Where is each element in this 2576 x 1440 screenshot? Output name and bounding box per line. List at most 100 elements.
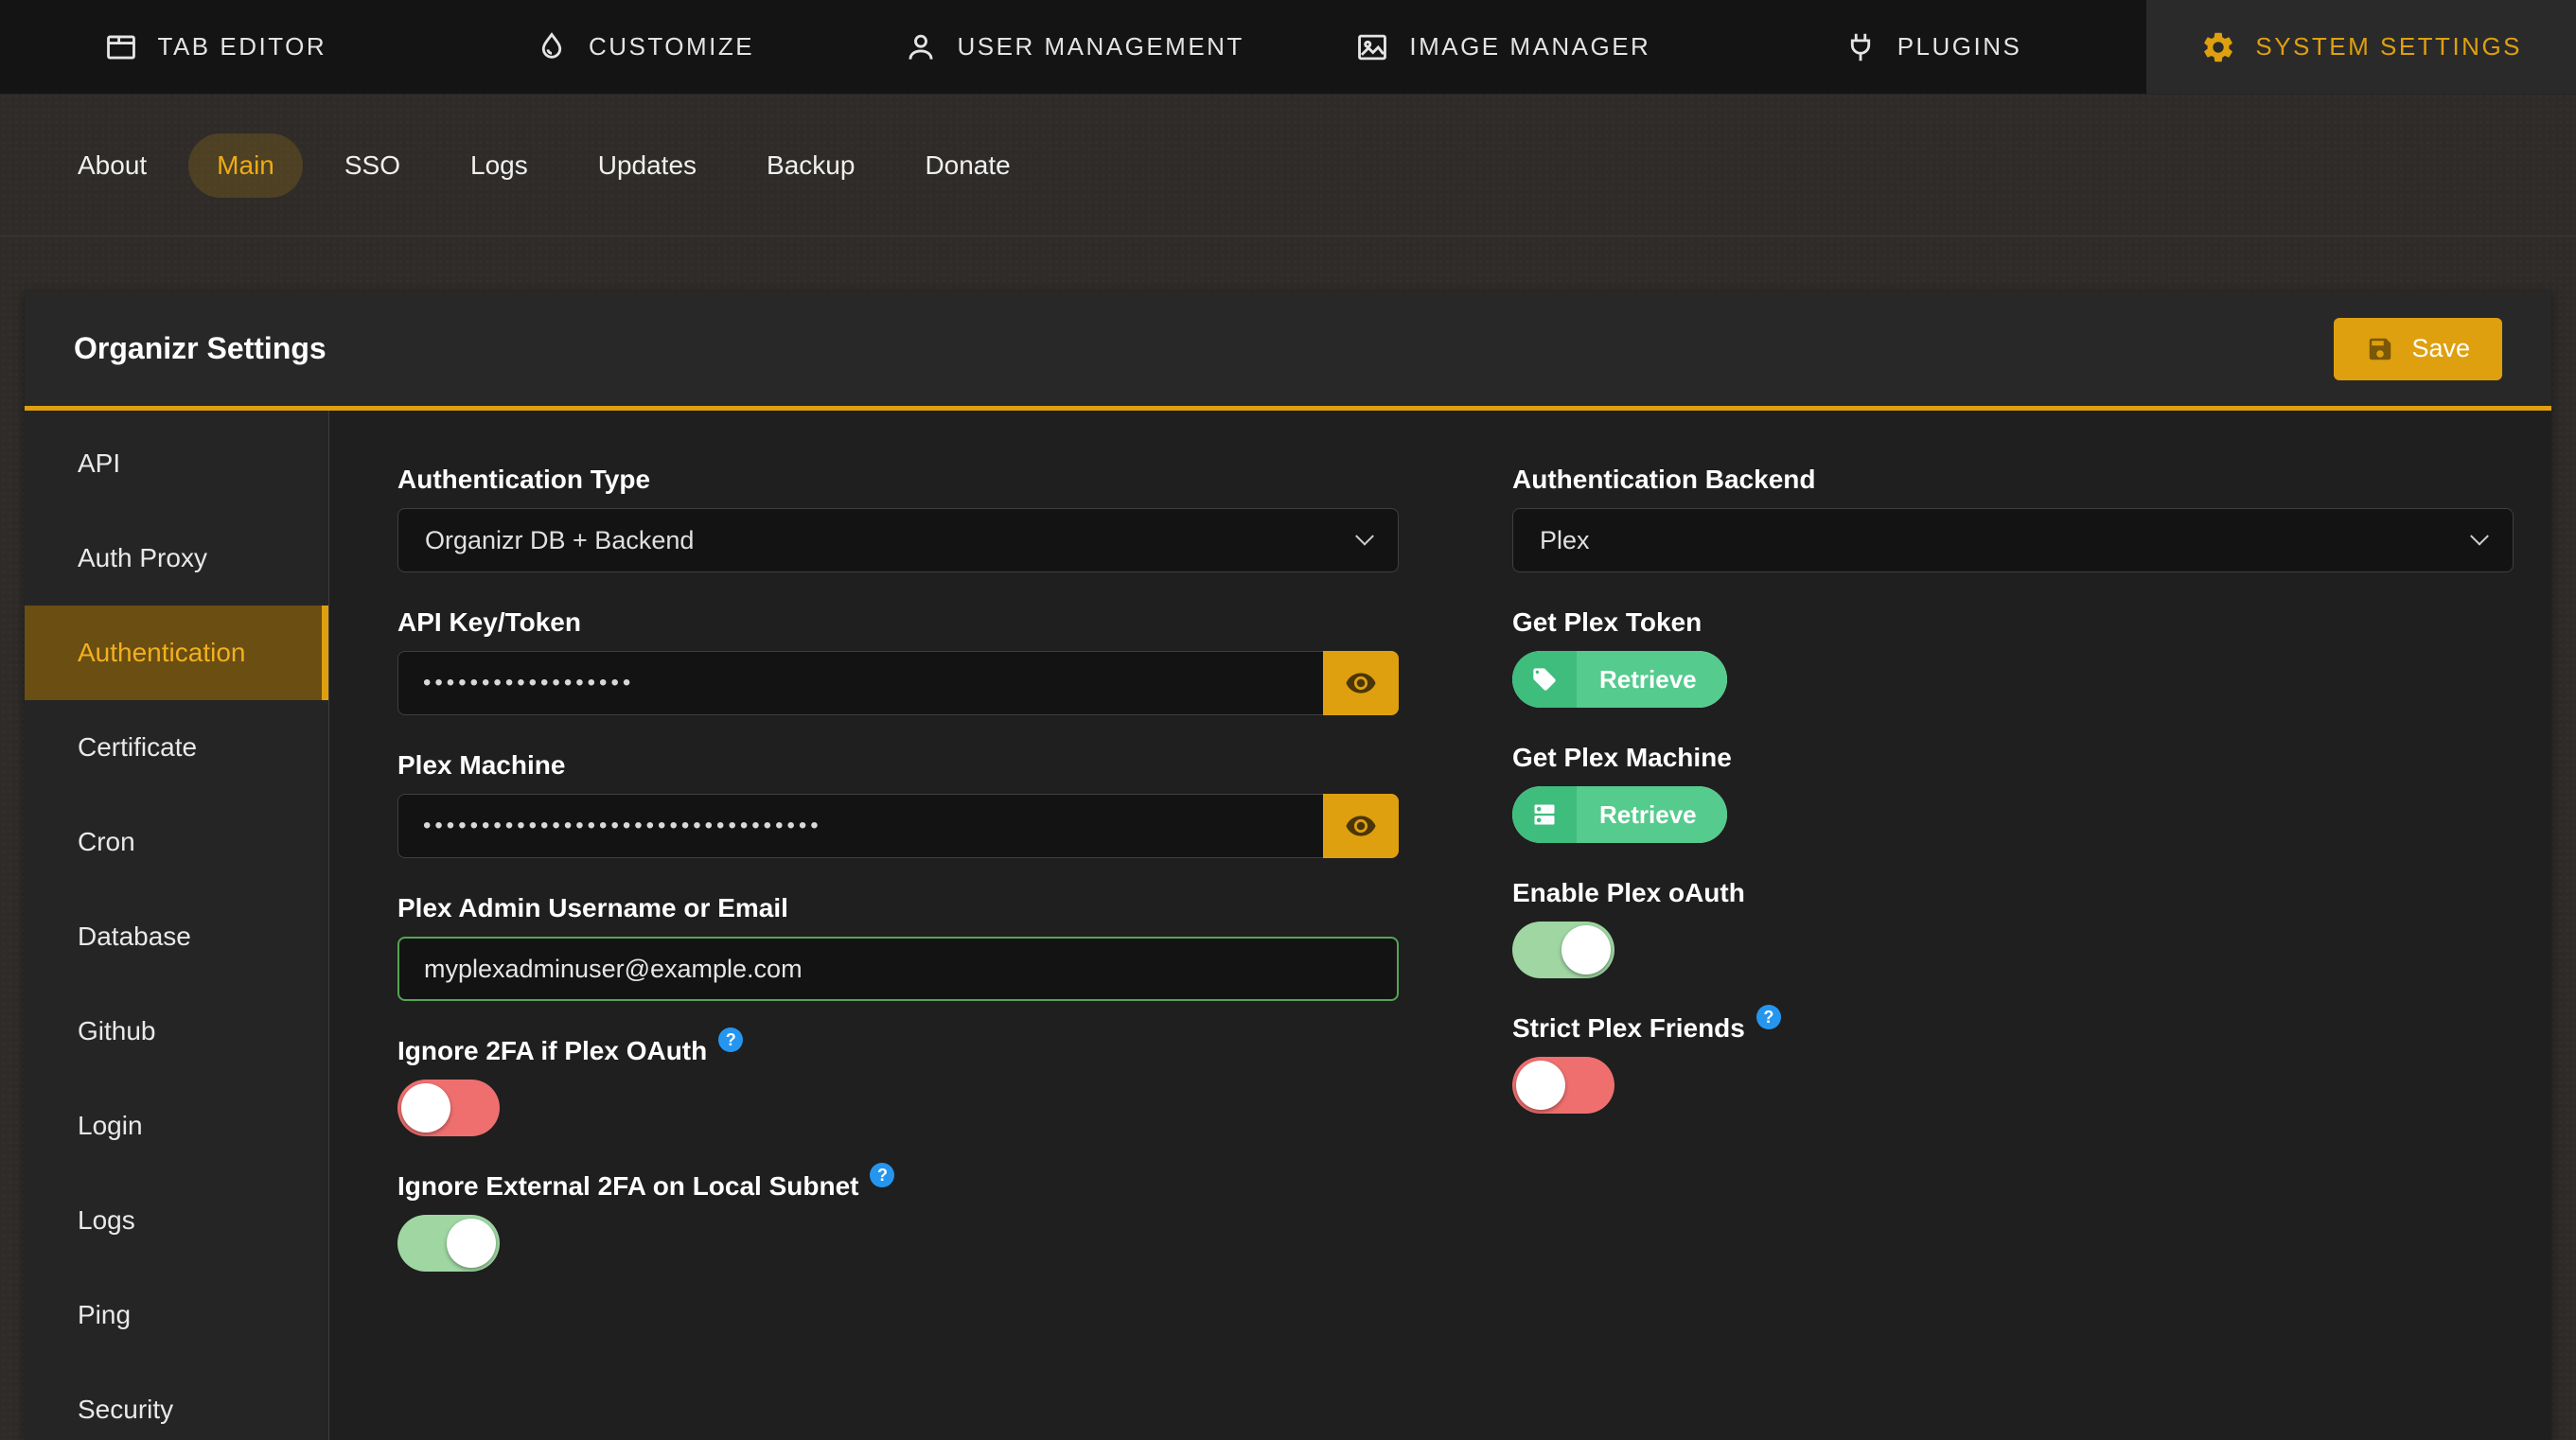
sidebar-item-authentication[interactable]: Authentication [25, 606, 328, 700]
api-key-label: API Key/Token [397, 606, 1399, 638]
label-text: Plex Admin Username or Email [397, 892, 788, 923]
save-button[interactable]: Save [2334, 318, 2502, 380]
plex-machine-label: Plex Machine [397, 749, 1399, 781]
field-authentication-type: Authentication Type Organizr DB + Backen… [397, 464, 1399, 572]
plug-icon [1843, 29, 1879, 65]
save-icon [2366, 335, 2394, 363]
sidebar-item-api[interactable]: API [25, 416, 328, 511]
tag-icon [1512, 651, 1577, 708]
label-text: API Key/Token [397, 606, 581, 638]
api-key-reveal-button[interactable] [1323, 651, 1399, 715]
save-label: Save [2411, 334, 2470, 363]
authentication-type-select[interactable]: Organizr DB + Backend [397, 508, 1399, 572]
masked-value: •••••••••••••••••••••••••••••••••• [423, 813, 822, 839]
help-icon[interactable]: ? [718, 1027, 743, 1052]
field-plex-machine: Plex Machine •••••••••••••••••••••••••••… [397, 749, 1399, 858]
page: TAB EDITOR CUSTOMIZE USER MANAGEMENT IMA… [0, 0, 2576, 1440]
retrieve-plex-token-button[interactable]: Retrieve [1512, 651, 1727, 708]
masked-value: •••••••••••••••••• [423, 670, 634, 696]
panel-header: Organizr Settings Save [25, 291, 2551, 411]
subnav-donate[interactable]: Donate [896, 133, 1038, 198]
nav-system-settings[interactable]: SYSTEM SETTINGS [2146, 0, 2576, 94]
sidebar-item-logs[interactable]: Logs [25, 1173, 328, 1268]
settings-panel: Organizr Settings Save API Auth Proxy Au… [25, 291, 2551, 1440]
retrieve-plex-machine-button[interactable]: Retrieve [1512, 786, 1727, 843]
field-get-plex-machine: Get Plex Machine Retrieve [1512, 742, 2514, 843]
sidebar-item-login[interactable]: Login [25, 1079, 328, 1173]
form-content: Authentication Type Organizr DB + Backen… [329, 411, 2551, 1440]
nav-label: TAB EDITOR [158, 32, 327, 61]
plex-machine-reveal-button[interactable] [1323, 794, 1399, 858]
nav-user-management[interactable]: USER MANAGEMENT [858, 0, 1288, 94]
enable-oauth-toggle[interactable] [1512, 922, 1614, 978]
sidebar-item-database[interactable]: Database [25, 889, 328, 984]
toggle-knob [1561, 925, 1611, 975]
nav-image-manager[interactable]: IMAGE MANAGER [1288, 0, 1718, 94]
sidebar-item-certificate[interactable]: Certificate [25, 700, 328, 795]
nav-plugins[interactable]: PLUGINS [1718, 0, 2147, 94]
ignore-ext-2fa-label: Ignore External 2FA on Local Subnet ? [397, 1170, 1399, 1202]
label-text: Ignore 2FA if Plex OAuth [397, 1035, 707, 1066]
nav-tab-editor[interactable]: TAB EDITOR [0, 0, 430, 94]
sidebar-item-ping[interactable]: Ping [25, 1268, 328, 1362]
ignore-2fa-toggle[interactable] [397, 1080, 500, 1136]
api-key-input-group: •••••••••••••••••• [397, 651, 1399, 715]
field-strict-friends: Strict Plex Friends ? [1512, 1012, 2514, 1114]
strict-friends-toggle[interactable] [1512, 1057, 1614, 1114]
nav-customize[interactable]: CUSTOMIZE [430, 0, 859, 94]
settings-sidebar: API Auth Proxy Authentication Certificat… [25, 411, 329, 1440]
plex-admin-label: Plex Admin Username or Email [397, 892, 1399, 923]
subnav-updates[interactable]: Updates [570, 133, 725, 198]
plex-machine-input[interactable]: •••••••••••••••••••••••••••••••••• [397, 794, 1323, 858]
user-icon [903, 29, 939, 65]
ignore-ext-2fa-toggle[interactable] [397, 1215, 500, 1272]
sidebar-item-github[interactable]: Github [25, 984, 328, 1079]
label-text: Enable Plex oAuth [1512, 877, 1745, 908]
subnav-sso[interactable]: SSO [316, 133, 429, 198]
label-text: Authentication Type [397, 464, 650, 495]
ignore-2fa-label: Ignore 2FA if Plex OAuth ? [397, 1035, 1399, 1066]
eye-icon [1345, 810, 1377, 842]
subnav: About Main SSO Logs Updates Backup Donat… [0, 95, 2576, 237]
sidebar-item-auth-proxy[interactable]: Auth Proxy [25, 511, 328, 606]
field-plex-admin: Plex Admin Username or Email [397, 892, 1399, 1001]
chevron-down-icon [2470, 527, 2489, 546]
label-text: Get Plex Machine [1512, 742, 1732, 773]
panel-body: API Auth Proxy Authentication Certificat… [25, 411, 2551, 1440]
get-plex-token-label: Get Plex Token [1512, 606, 2514, 638]
server-icon [1512, 786, 1577, 843]
field-enable-oauth: Enable Plex oAuth [1512, 877, 2514, 978]
top-nav: TAB EDITOR CUSTOMIZE USER MANAGEMENT IMA… [0, 0, 2576, 95]
sidebar-item-security[interactable]: Security [25, 1362, 328, 1440]
customize-icon [534, 29, 570, 65]
left-column: Authentication Type Organizr DB + Backen… [397, 464, 1399, 1440]
nav-label: IMAGE MANAGER [1409, 32, 1650, 61]
field-get-plex-token: Get Plex Token Retrieve [1512, 606, 2514, 708]
help-icon[interactable]: ? [1756, 1005, 1781, 1029]
field-ignore-ext-2fa: Ignore External 2FA on Local Subnet ? [397, 1170, 1399, 1272]
nav-label: CUSTOMIZE [589, 32, 754, 61]
field-authentication-backend: Authentication Backend Plex [1512, 464, 2514, 572]
select-value: Plex [1540, 526, 1590, 555]
plex-admin-input[interactable] [397, 937, 1399, 1001]
nav-label: PLUGINS [1897, 32, 2022, 61]
field-api-key: API Key/Token •••••••••••••••••• [397, 606, 1399, 715]
gear-icon [2200, 29, 2236, 65]
label-text: Plex Machine [397, 749, 565, 781]
authentication-type-label: Authentication Type [397, 464, 1399, 495]
authentication-backend-select[interactable]: Plex [1512, 508, 2514, 572]
chevron-down-icon [1355, 527, 1374, 546]
sidebar-item-cron[interactable]: Cron [25, 795, 328, 889]
subnav-main[interactable]: Main [188, 133, 303, 198]
label-text: Authentication Backend [1512, 464, 1815, 495]
retrieve-label: Retrieve [1577, 786, 1727, 843]
label-text: Get Plex Token [1512, 606, 1702, 638]
help-icon[interactable]: ? [870, 1163, 894, 1187]
toggle-knob [1516, 1061, 1565, 1110]
subnav-backup[interactable]: Backup [738, 133, 883, 198]
tab-editor-icon [103, 29, 139, 65]
subnav-about[interactable]: About [49, 133, 175, 198]
subnav-logs[interactable]: Logs [442, 133, 556, 198]
authentication-backend-label: Authentication Backend [1512, 464, 2514, 495]
api-key-input[interactable]: •••••••••••••••••• [397, 651, 1323, 715]
